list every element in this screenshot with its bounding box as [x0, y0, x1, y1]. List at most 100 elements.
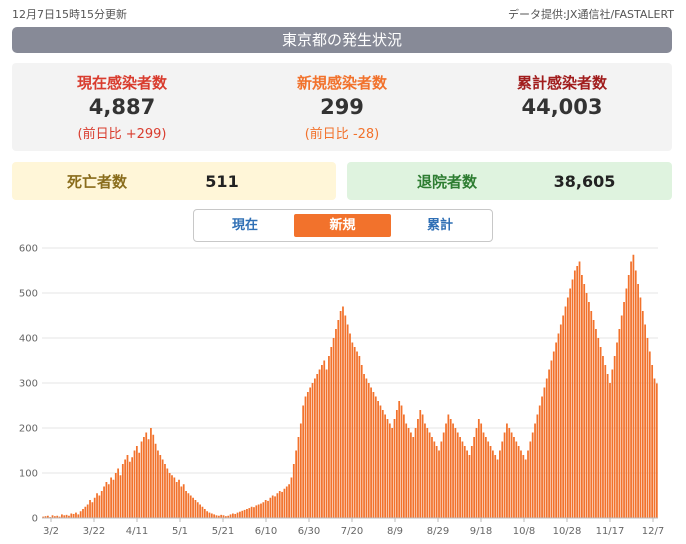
- bar: [414, 428, 417, 518]
- bar: [393, 419, 396, 518]
- bar: [175, 482, 178, 518]
- bar: [246, 509, 248, 518]
- bar: [463, 446, 466, 518]
- bar: [121, 464, 124, 518]
- bar: [337, 320, 340, 518]
- bar: [426, 428, 429, 518]
- bar: [239, 511, 241, 518]
- bar: [597, 338, 600, 518]
- bar: [620, 315, 623, 518]
- bar: [89, 500, 91, 518]
- tab-new[interactable]: 新規: [294, 214, 391, 237]
- bar: [105, 482, 108, 518]
- bar: [529, 441, 532, 518]
- x-tick-label: 3/2: [43, 526, 59, 537]
- bar: [644, 324, 646, 518]
- bar: [356, 351, 358, 518]
- bar: [578, 261, 581, 518]
- bar: [138, 452, 141, 518]
- stat-total-value: 44,003: [521, 95, 603, 119]
- bar: [435, 446, 438, 518]
- tab-current[interactable]: 現在: [200, 214, 290, 237]
- stat-new-delta: (前日比 -28): [304, 127, 380, 142]
- bar: [229, 514, 232, 518]
- bar: [398, 401, 401, 518]
- bar: [70, 513, 73, 518]
- bar: [545, 378, 548, 518]
- bar: [131, 457, 134, 518]
- y-tick-label: 500: [19, 289, 38, 300]
- bar: [164, 464, 166, 518]
- stats-panel: 現在感染者数 4,887 (前日比 +299) 新規感染者数 299 (前日比 …: [12, 63, 672, 151]
- bar: [321, 365, 323, 518]
- bar: [145, 432, 148, 518]
- x-tick-label: 7/20: [341, 526, 363, 537]
- bar: [168, 473, 171, 518]
- bar: [379, 405, 382, 518]
- bar: [206, 511, 209, 518]
- bar: [508, 428, 511, 518]
- x-tick-label: 9/18: [470, 526, 492, 537]
- x-tick-label: 11/17: [596, 526, 625, 537]
- bar: [135, 446, 138, 518]
- stat-total-label: 累計感染者数: [516, 74, 607, 92]
- bar: [503, 432, 506, 518]
- bar: [550, 360, 553, 518]
- bar: [351, 342, 354, 518]
- bar: [573, 270, 576, 518]
- bar: [623, 302, 625, 518]
- bar: [552, 351, 555, 518]
- x-tick-label: 8/29: [427, 526, 449, 537]
- bar: [548, 369, 550, 518]
- bar: [515, 441, 518, 518]
- bar: [187, 493, 190, 518]
- bar: [454, 428, 457, 518]
- bar: [655, 383, 658, 518]
- bar: [616, 342, 618, 518]
- bar: [543, 387, 546, 518]
- bar: [402, 414, 405, 518]
- bar: [367, 383, 370, 518]
- bar: [489, 446, 492, 518]
- bar: [648, 351, 651, 518]
- bar: [381, 410, 384, 518]
- bar: [182, 484, 185, 518]
- x-tick-label: 5/21: [212, 526, 234, 537]
- bar: [346, 324, 349, 518]
- bar: [637, 284, 639, 518]
- bar: [585, 293, 588, 518]
- bar: [260, 503, 262, 518]
- bar: [562, 315, 565, 518]
- bar: [234, 513, 237, 518]
- bar: [208, 512, 211, 518]
- bar: [309, 387, 312, 518]
- bar: [140, 441, 143, 518]
- bar: [445, 423, 447, 518]
- bar: [517, 446, 520, 518]
- x-tick-label: 8/9: [387, 526, 403, 537]
- bar: [288, 484, 290, 518]
- bar: [513, 437, 515, 518]
- bar: [82, 509, 84, 518]
- bar: [91, 502, 94, 518]
- bar: [506, 423, 508, 518]
- bar: [475, 428, 478, 518]
- bar: [93, 497, 96, 518]
- bar: [358, 356, 361, 518]
- discharged-value: 38,605: [553, 171, 616, 191]
- bar: [456, 432, 459, 518]
- bar: [363, 374, 365, 518]
- bar: [157, 450, 159, 518]
- tab-total[interactable]: 累計: [395, 214, 485, 237]
- bar: [604, 365, 607, 518]
- bar: [559, 324, 562, 518]
- bar: [388, 423, 391, 518]
- bar: [152, 434, 155, 518]
- bar: [520, 450, 522, 518]
- stat-current-label: 現在感染者数: [76, 74, 167, 92]
- bar: [473, 437, 476, 518]
- bar: [421, 414, 424, 518]
- bar: [480, 423, 483, 518]
- bar: [313, 378, 316, 518]
- bar: [84, 506, 87, 518]
